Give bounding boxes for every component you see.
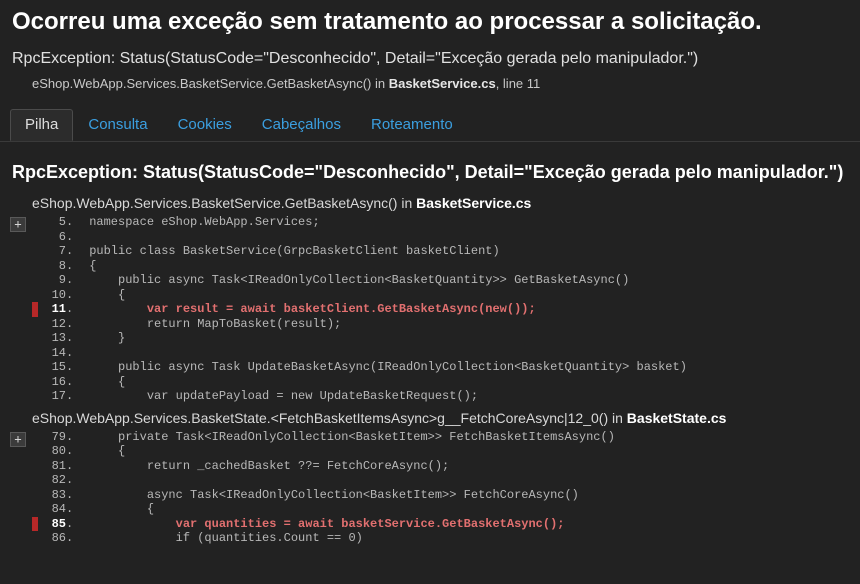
line-code: [81, 346, 687, 361]
line-number: 84.: [38, 502, 81, 517]
line-code: public async Task<IReadOnlyCollection<Ba…: [81, 273, 687, 288]
tabs-bar: Pilha Consulta Cookies Cabeçalhos Roteam…: [0, 109, 860, 142]
tab-stack[interactable]: Pilha: [10, 109, 73, 141]
source-line: 13. }: [32, 331, 687, 346]
line-code: namespace eShop.WebApp.Services;: [81, 215, 687, 230]
line-code: {: [81, 259, 687, 274]
frame-location-prefix: eShop.WebApp.Services.BasketService.GetB…: [32, 195, 416, 211]
source-line: 10. {: [32, 288, 687, 303]
page-title: Ocorreu uma exceção sem tratamento ao pr…: [0, 0, 860, 46]
source-line: 5.namespace eShop.WebApp.Services;: [32, 215, 687, 230]
frame-location-file: BasketState.cs: [627, 410, 727, 426]
expand-frame-button[interactable]: +: [10, 432, 26, 447]
source-line: 17. var updatePayload = new UpdateBasket…: [32, 389, 687, 404]
source-line: 84. {: [32, 502, 615, 517]
line-code: {: [81, 444, 615, 459]
expand-frame-button[interactable]: +: [10, 217, 26, 232]
line-number: 9.: [38, 273, 81, 288]
exception-subheading: RpcException: Status(StatusCode="Desconh…: [0, 46, 860, 74]
source-line: 11. var result = await basketClient.GetB…: [32, 302, 687, 317]
exception-location: eShop.WebApp.Services.BasketService.GetB…: [0, 74, 860, 109]
source-line: 83. async Task<IReadOnlyCollection<Baske…: [32, 488, 615, 503]
line-code: private Task<IReadOnlyCollection<BasketI…: [81, 430, 615, 445]
line-number: 82.: [38, 473, 81, 488]
line-number: 5.: [38, 215, 81, 230]
line-code: }: [81, 331, 687, 346]
location-prefix: eShop.WebApp.Services.BasketService.GetB…: [32, 76, 389, 91]
source-line: 82.: [32, 473, 615, 488]
source-line: 12. return MapToBasket(result);: [32, 317, 687, 332]
line-number: 12.: [38, 317, 81, 332]
source-line: 81. return _cachedBasket ??= FetchCoreAs…: [32, 459, 615, 474]
source-line: 6.: [32, 230, 687, 245]
line-number: 81.: [38, 459, 81, 474]
line-number: 7.: [38, 244, 81, 259]
line-number: 14.: [38, 346, 81, 361]
line-number: 79.: [38, 430, 81, 445]
line-number: 17.: [38, 389, 81, 404]
line-number: 13.: [38, 331, 81, 346]
line-code: public async Task UpdateBasketAsync(IRea…: [81, 360, 687, 375]
line-code: async Task<IReadOnlyCollection<BasketIte…: [81, 488, 615, 503]
line-number: 8.: [38, 259, 81, 274]
line-code: var updatePayload = new UpdateBasketRequ…: [81, 389, 687, 404]
stack-frame-header[interactable]: eShop.WebApp.Services.BasketState.<Fetch…: [0, 404, 860, 430]
source-line: 7.public class BasketService(GrpcBasketC…: [32, 244, 687, 259]
tab-cookies[interactable]: Cookies: [163, 109, 247, 141]
location-file: BasketService.cs: [389, 76, 496, 91]
stack-section-heading: RpcException: Status(StatusCode="Desconh…: [0, 142, 860, 189]
tab-headers[interactable]: Cabeçalhos: [247, 109, 356, 141]
line-number: 85.: [38, 517, 81, 532]
line-code: {: [81, 288, 687, 303]
line-code: [81, 230, 687, 245]
source-line: 15. public async Task UpdateBasketAsync(…: [32, 360, 687, 375]
line-number: 11.: [38, 302, 81, 317]
line-number: 86.: [38, 531, 81, 546]
line-code: if (quantities.Count == 0): [81, 531, 615, 546]
line-code: var quantities = await basketService.Get…: [81, 517, 615, 532]
line-number: 15.: [38, 360, 81, 375]
source-line: 16. {: [32, 375, 687, 390]
source-code-table: 79. private Task<IReadOnlyCollection<Bas…: [32, 430, 615, 546]
stack-frame-header[interactable]: eShop.WebApp.Services.BasketService.GetB…: [0, 189, 860, 215]
line-code: [81, 473, 615, 488]
source-line: 9. public async Task<IReadOnlyCollection…: [32, 273, 687, 288]
line-code: var result = await basketClient.GetBaske…: [81, 302, 687, 317]
location-suffix: , line 11: [496, 76, 541, 91]
line-number: 83.: [38, 488, 81, 503]
source-line: 80. {: [32, 444, 615, 459]
line-number: 6.: [38, 230, 81, 245]
tab-query[interactable]: Consulta: [73, 109, 162, 141]
line-code: return _cachedBasket ??= FetchCoreAsync(…: [81, 459, 615, 474]
source-line: 79. private Task<IReadOnlyCollection<Bas…: [32, 430, 615, 445]
stack-frame-block: +5.namespace eShop.WebApp.Services;6.7.p…: [0, 215, 860, 404]
line-code: {: [81, 502, 615, 517]
source-line: 14.: [32, 346, 687, 361]
source-line: 8.{: [32, 259, 687, 274]
source-code-table: 5.namespace eShop.WebApp.Services;6.7.pu…: [32, 215, 687, 404]
tab-routing[interactable]: Roteamento: [356, 109, 468, 141]
source-line: 86. if (quantities.Count == 0): [32, 531, 615, 546]
source-line: 85. var quantities = await basketService…: [32, 517, 615, 532]
stack-frame-block: +79. private Task<IReadOnlyCollection<Ba…: [0, 430, 860, 546]
line-code: public class BasketService(GrpcBasketCli…: [81, 244, 687, 259]
frame-location-prefix: eShop.WebApp.Services.BasketState.<Fetch…: [32, 410, 627, 426]
line-number: 10.: [38, 288, 81, 303]
line-number: 16.: [38, 375, 81, 390]
line-code: return MapToBasket(result);: [81, 317, 687, 332]
line-number: 80.: [38, 444, 81, 459]
frame-location-file: BasketService.cs: [416, 195, 531, 211]
line-code: {: [81, 375, 687, 390]
